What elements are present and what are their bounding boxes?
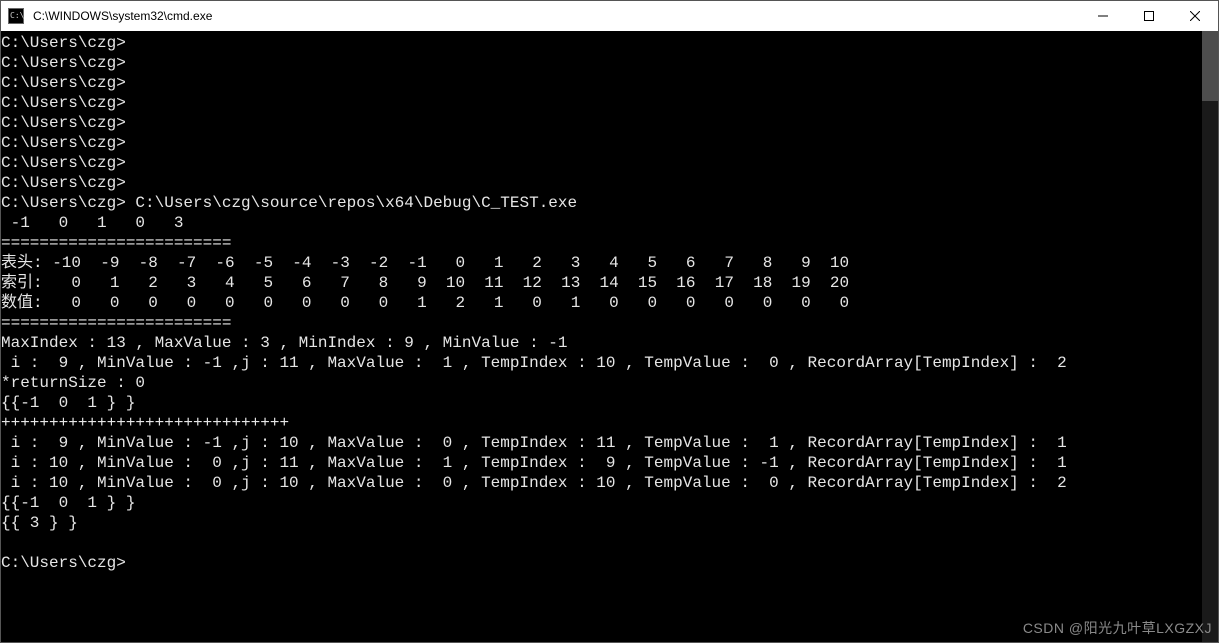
client-area: C:\Users\czg> C:\Users\czg> C:\Users\czg… <box>1 31 1218 642</box>
terminal-output[interactable]: C:\Users\czg> C:\Users\czg> C:\Users\czg… <box>1 31 1202 642</box>
minimize-button[interactable] <box>1080 1 1126 31</box>
titlebar[interactable]: C:\ C:\WINDOWS\system32\cmd.exe <box>1 1 1218 31</box>
minimize-icon <box>1098 11 1108 21</box>
window-title: C:\WINDOWS\system32\cmd.exe <box>31 9 212 23</box>
close-button[interactable] <box>1172 1 1218 31</box>
cmd-window: C:\ C:\WINDOWS\system32\cmd.exe C:\Users… <box>0 0 1219 643</box>
cmd-icon: C:\ <box>8 8 24 24</box>
maximize-icon <box>1144 11 1154 21</box>
scrollbar-track[interactable] <box>1202 31 1218 642</box>
maximize-button[interactable] <box>1126 1 1172 31</box>
scrollbar-thumb[interactable] <box>1202 31 1218 101</box>
app-icon: C:\ <box>1 8 31 24</box>
close-icon <box>1190 11 1200 21</box>
watermark-text: CSDN @阳光九叶草LXGZXJ <box>1023 618 1212 638</box>
